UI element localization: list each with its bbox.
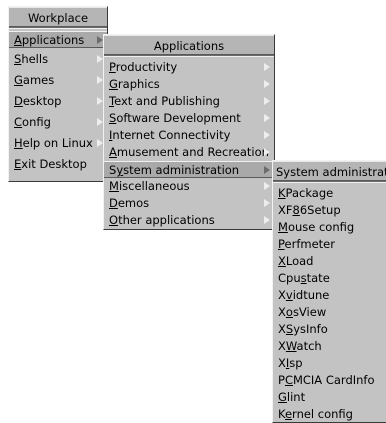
system-administration-menu-title: System administration [273,161,386,181]
menu-item-label: Amusement and Recreation [109,145,269,159]
menu-item-pcmcia-cardinfo[interactable]: PCMCIA CardInfo [273,372,386,389]
menu-item-xf86setup[interactable]: XF86Setup [273,202,386,219]
menu-item-cpustate[interactable]: Cpustate [273,270,386,287]
menu-item-label: Miscellaneous [109,179,190,193]
menu-item-label: XWatch [278,339,322,353]
submenu-arrow-icon [264,131,270,139]
menu-separator [9,27,107,29]
menu-item-label: Games [14,73,55,87]
menu-item-demos[interactable]: Demos [104,195,274,212]
menu-item-desktop[interactable]: Desktop [9,93,107,110]
menu-item-label: Glint [278,390,306,404]
menu-item-label: Graphics [109,77,160,91]
menu-item-label: Shells [14,52,49,66]
submenu-arrow-icon [264,80,270,88]
applications-menu: Applications Productivity Graphics Text … [103,34,275,230]
menu-item-label: XosView [278,305,327,319]
menu-item-glint[interactable]: Glint [273,389,386,406]
menu-item-label: Mouse config [278,220,355,234]
menu-item-xisp[interactable]: XIsp [273,355,386,372]
menu-item-label: KPackage [278,186,334,200]
menu-item-miscellaneous[interactable]: Miscellaneous [104,178,274,195]
system-administration-menu: System administration KPackage XF86Setup… [272,160,386,423]
menu-item-software-development[interactable]: Software Development [104,110,274,127]
menu-item-label: Text and Publishing [109,94,220,108]
submenu-arrow-icon [264,63,270,71]
menu-item-productivity[interactable]: Productivity [104,59,274,76]
submenu-arrow-icon [264,216,270,224]
menu-item-label: Help on Linux [14,136,93,150]
menu-separator [104,55,274,57]
menu-item-xload[interactable]: XLoad [273,253,386,270]
menu-item-label: XF86Setup [278,203,341,217]
menu-item-xvidtune[interactable]: Xvidtune [273,287,386,304]
menu-item-label: Exit Desktop [14,157,87,171]
menu-item-kpackage[interactable]: KPackage [273,185,386,202]
menu-item-system-administration[interactable]: System administration [104,161,274,178]
menu-item-label: Xvidtune [278,288,330,302]
menu-item-label: XSysInfo [278,322,328,336]
menu-item-label: Kernel config [278,407,353,421]
menu-item-other-applications[interactable]: Other applications [104,212,274,229]
menu-separator [273,181,386,183]
workplace-menu: Workplace Applications Shells Games Desk… [8,6,108,182]
menu-item-games[interactable]: Games [9,72,107,89]
menu-item-exit-desktop[interactable]: Exit Desktop [9,156,107,173]
menu-item-applications[interactable]: Applications [9,31,107,48]
menu-item-xsysinfo[interactable]: XSysInfo [273,321,386,338]
submenu-arrow-icon [264,182,270,190]
menu-item-label: Software Development [109,111,241,125]
menu-item-label: XLoad [278,254,314,268]
workplace-menu-title: Workplace [9,7,107,27]
menu-item-label: Applications [14,33,85,47]
menu-item-label: XIsp [278,356,303,370]
menu-item-text-and-publishing[interactable]: Text and Publishing [104,93,274,110]
submenu-arrow-icon [264,114,270,122]
applications-menu-title: Applications [104,35,274,55]
submenu-arrow-icon [264,148,270,156]
menu-item-label: Desktop [14,94,62,108]
menu-item-label: Demos [109,196,150,210]
menu-item-xosview[interactable]: XosView [273,304,386,321]
menu-item-label: Cpustate [278,271,330,285]
menu-item-graphics[interactable]: Graphics [104,76,274,93]
menu-item-shells[interactable]: Shells [9,51,107,68]
menu-item-help-on-linux[interactable]: Help on Linux [9,135,107,152]
menu-item-config[interactable]: Config [9,114,107,131]
submenu-arrow-icon [264,97,270,105]
menu-item-label: Internet Connectivity [109,128,231,142]
menu-item-label: PCMCIA CardInfo [278,373,375,387]
submenu-arrow-icon [264,166,270,174]
menu-item-perfmeter[interactable]: Perfmeter [273,236,386,253]
menu-item-label: Other applications [109,213,215,227]
menu-item-mouse-config[interactable]: Mouse config [273,219,386,236]
menu-item-amusement-and-recreation[interactable]: Amusement and Recreation [104,144,274,161]
submenu-arrow-icon [264,199,270,207]
menu-item-kernel-config[interactable]: Kernel config [273,406,386,422]
menu-item-xwatch[interactable]: XWatch [273,338,386,355]
menu-item-internet-connectivity[interactable]: Internet Connectivity [104,127,274,144]
menu-item-label: Perfmeter [278,237,335,251]
menu-item-label: System administration [109,163,240,177]
menu-item-label: Productivity [109,60,178,74]
menu-item-label: Config [14,115,51,129]
